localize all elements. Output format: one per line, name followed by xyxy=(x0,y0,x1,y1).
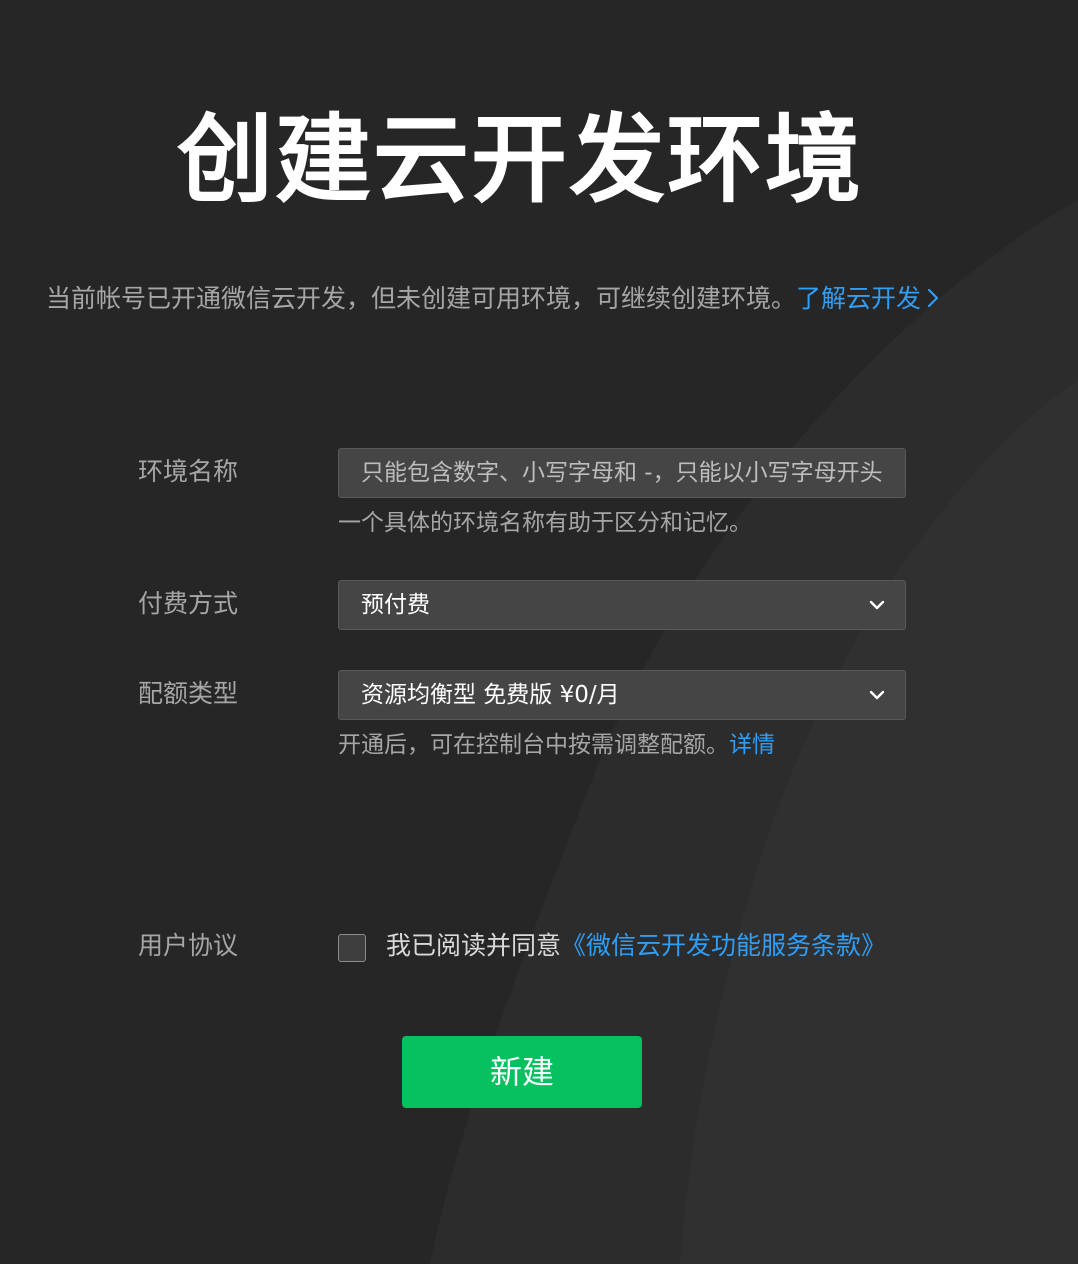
agreement-prefix: 我已阅读并同意 xyxy=(386,931,562,960)
env-name-label: 环境名称 xyxy=(138,457,239,486)
payment-select[interactable]: 预付费 xyxy=(338,580,906,630)
subtitle-text: 当前帐号已开通微信云开发，但未创建可用环境，可继续创建环境。 xyxy=(46,284,797,313)
chevron-down-icon xyxy=(869,690,885,700)
quota-hint: 开通后，可在控制台中按需调整配额。详情 xyxy=(338,728,775,762)
quota-label: 配额类型 xyxy=(138,679,239,708)
quota-details-link[interactable]: 详情 xyxy=(729,732,775,758)
learn-more-link[interactable]: 了解云开发 xyxy=(796,284,939,313)
chevron-down-icon xyxy=(869,600,885,610)
quota-select[interactable]: 资源均衡型 免费版 ¥0/月 xyxy=(338,670,906,720)
env-name-hint: 一个具体的环境名称有助于区分和记忆。 xyxy=(338,510,752,536)
quota-value: 资源均衡型 免费版 ¥0/月 xyxy=(361,682,620,708)
env-name-field xyxy=(338,448,906,498)
quota-hint-text: 开通后，可在控制台中按需调整配额。 xyxy=(338,732,729,758)
page-subtitle: 当前帐号已开通微信云开发，但未创建可用环境，可继续创建环境。了解云开发 xyxy=(46,280,939,318)
agreement-text: 我已阅读并同意《微信云开发功能服务条款》 xyxy=(386,928,886,964)
chevron-right-icon xyxy=(927,288,939,308)
payment-label: 付费方式 xyxy=(138,589,239,618)
page-title: 创建云开发环境 xyxy=(177,104,863,216)
agreement-label: 用户协议 xyxy=(138,931,239,960)
payment-value: 预付费 xyxy=(361,592,430,618)
agreement-checkbox[interactable] xyxy=(338,934,366,962)
env-name-input[interactable] xyxy=(339,449,905,497)
terms-link[interactable]: 《微信云开发功能服务条款》 xyxy=(561,931,886,960)
create-button[interactable]: 新建 xyxy=(402,1036,642,1108)
learn-more-label: 了解云开发 xyxy=(796,284,922,313)
